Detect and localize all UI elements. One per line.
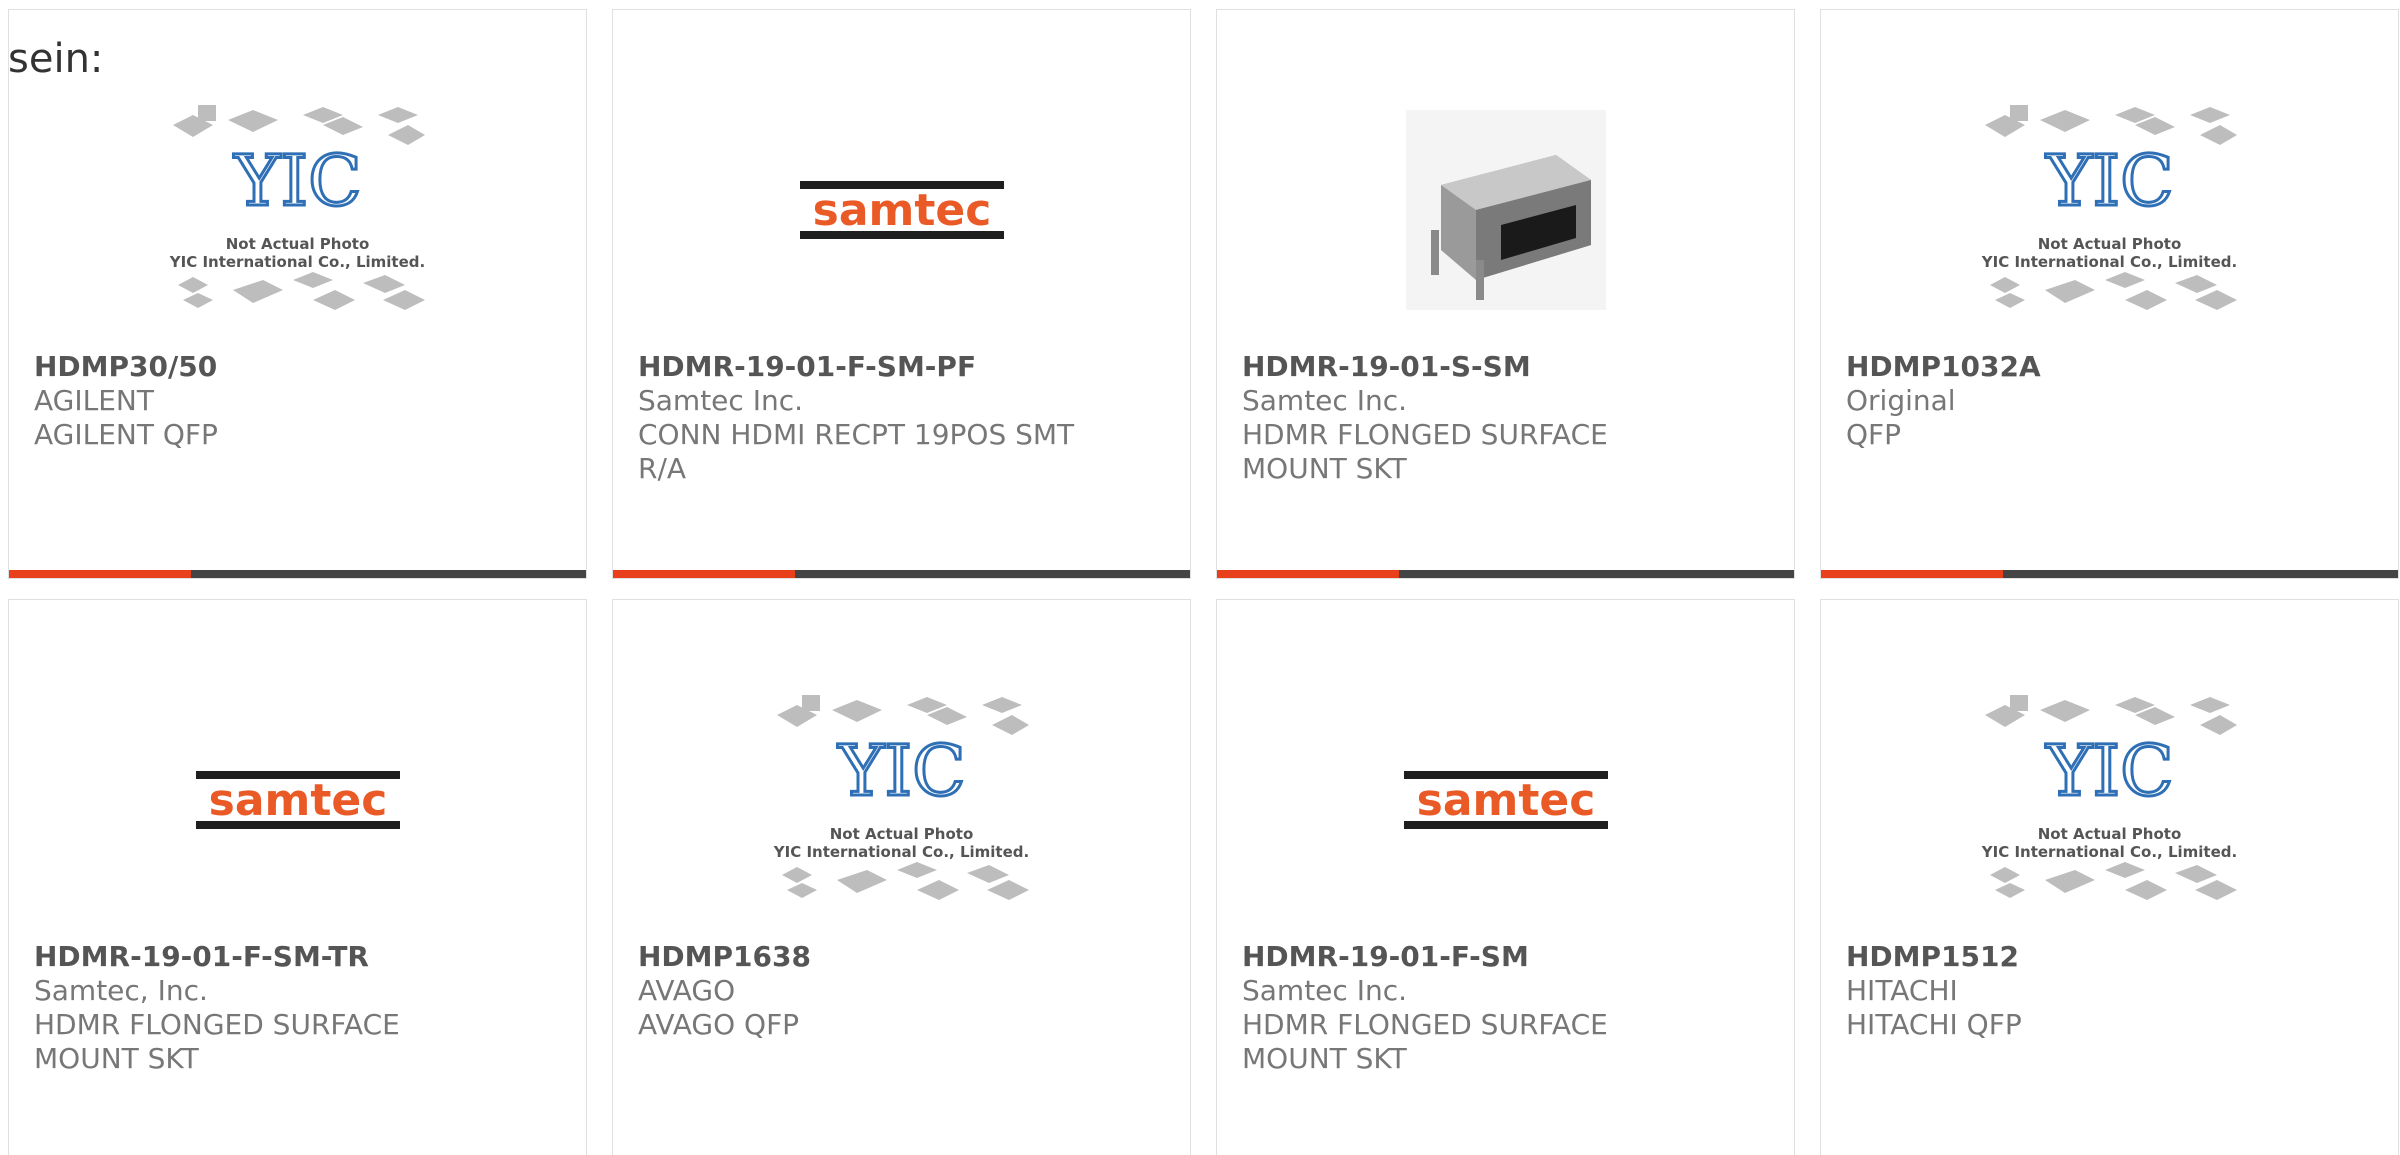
samtec-logo-icon: samtec [799,181,1004,239]
card-accent-bar [9,570,586,578]
svg-text:YIC: YIC [2045,730,2173,812]
yic-logo-text: YIC [233,140,361,222]
svg-text:samtec: samtec [208,775,387,826]
product-info: HDMP30/50 AGILENT AGILENT QFP [34,350,566,452]
placeholder-caption-line1: Not Actual Photo [2037,825,2182,843]
product-description: AGILENT QFP [34,418,218,451]
product-manufacturer: HITACHI [1846,974,1958,1007]
placeholder-caption-line2: YIC International Co., Limited. [1981,843,2238,861]
product-manufacturer: Original [1846,384,1956,417]
accent-segment [9,570,191,578]
placeholder-caption-line1: Not Actual Photo [829,825,974,843]
accent-segment [1821,570,2003,578]
section-heading: sein: [8,36,104,82]
product-card[interactable]: samtec HDMR-19-01-F-SM-TR Samtec, Inc. H… [8,599,587,1155]
product-part-number[interactable]: HDMP1638 [638,940,1170,974]
product-description-line1: HDMR FLONGED SURFACE [34,1008,400,1041]
placeholder-caption-line1: Not Actual Photo [2037,235,2182,253]
product-card[interactable]: HDMR-19-01-S-SM Samtec Inc. HDMR FLONGED… [1216,9,1795,579]
placeholder-caption-line2: YIC International Co., Limited. [773,843,1030,861]
card-accent-bar [1821,570,2398,578]
product-description: QFP [1846,418,1902,451]
samtec-logo-icon: samtec [1403,771,1608,829]
chip-collage-icon: YIC [1984,105,2237,310]
product-part-number[interactable]: HDMR-19-01-F-SM-PF [638,350,1170,384]
svg-text:samtec: samtec [1416,775,1595,826]
accent-segment [613,570,795,578]
product-card[interactable]: samtec HDMR-19-01-F-SM Samtec Inc. HDMR … [1216,599,1795,1155]
product-image-samtec[interactable]: samtec [613,70,1190,350]
product-card[interactable]: YIC Not Actual Photo YIC International C… [612,599,1191,1155]
samtec-logo-icon: samtec [195,771,400,829]
yic-placeholder-image: YIC Not Actual Photo YIC International C… [163,85,433,335]
product-info: HDMR-19-01-F-SM-PF Samtec Inc. CONN HDMI… [638,350,1170,486]
product-manufacturer: Samtec Inc. [638,384,804,417]
chip-collage-icon: YIC [172,105,425,310]
product-image-yic-placeholder[interactable]: YIC Not Actual Photo YIC International C… [9,70,586,350]
product-part-number[interactable]: HDMP30/50 [34,350,566,384]
product-description: AVAGO QFP [638,1008,800,1041]
product-image-samtec[interactable]: samtec [9,660,586,940]
product-image-yic-placeholder[interactable]: YIC Not Actual Photo YIC International C… [1821,660,2398,940]
product-description-line1: HDMR FLONGED SURFACE [1242,1008,1608,1041]
hdmi-connector-photo [1405,110,1606,310]
product-part-number[interactable]: HDMR-19-01-F-SM-TR [34,940,566,974]
product-info: HDMR-19-01-F-SM Samtec Inc. HDMR FLONGED… [1242,940,1774,1076]
product-card[interactable]: samtec HDMR-19-01-F-SM-PF Samtec Inc. CO… [612,9,1191,579]
product-manufacturer: AVAGO [638,974,736,1007]
product-image-photo[interactable] [1217,70,1794,350]
accent-segment [1217,570,1399,578]
chip-collage-icon: YIC [776,695,1029,900]
svg-text:YIC: YIC [2045,140,2173,222]
product-image-samtec[interactable]: samtec [1217,660,1794,940]
product-description: HITACHI QFP [1846,1008,2022,1041]
placeholder-caption-line1: Not Actual Photo [225,235,370,253]
yic-placeholder-image: YIC Not Actual Photo YIC International C… [767,675,1037,925]
product-info: HDMP1512 HITACHI HITACHI QFP [1846,940,2378,1042]
product-description-line1: HDMR FLONGED SURFACE [1242,418,1608,451]
product-card[interactable]: YIC Not Actual Photo YIC International C… [1820,599,2399,1155]
product-info: HDMR-19-01-S-SM Samtec Inc. HDMR FLONGED… [1242,350,1774,486]
product-description-line2: MOUNT SKT [1242,1042,1407,1075]
product-description-line1: CONN HDMI RECPT 19POS SMT [638,418,1075,451]
product-description-line2: MOUNT SKT [34,1042,199,1075]
product-manufacturer: Samtec Inc. [1242,974,1408,1007]
product-part-number[interactable]: HDMR-19-01-S-SM [1242,350,1774,384]
product-image-yic-placeholder[interactable]: YIC Not Actual Photo YIC International C… [1821,70,2398,350]
product-manufacturer: Samtec Inc. [1242,384,1408,417]
product-card[interactable]: YIC Not Actual Photo YIC International C… [8,9,587,579]
product-manufacturer: Samtec, Inc. [34,974,208,1007]
placeholder-caption-line2: YIC International Co., Limited. [1981,253,2238,271]
product-info: HDMP1032A Original QFP [1846,350,2378,452]
product-description-line2: MOUNT SKT [1242,452,1407,485]
product-info: HDMP1638 AVAGO AVAGO QFP [638,940,1170,1042]
product-card[interactable]: YIC Not Actual Photo YIC International C… [1820,9,2399,579]
product-part-number[interactable]: HDMR-19-01-F-SM [1242,940,1774,974]
svg-text:YIC: YIC [837,730,965,812]
product-description-line2: R/A [638,452,687,485]
product-info: HDMR-19-01-F-SM-TR Samtec, Inc. HDMR FLO… [34,940,566,1076]
product-manufacturer: AGILENT [34,384,154,417]
product-part-number[interactable]: HDMP1032A [1846,350,2378,384]
svg-text:samtec: samtec [812,185,991,236]
product-part-number[interactable]: HDMP1512 [1846,940,2378,974]
product-grid-page: sein: YIC Not Actual Photo YIC Internati… [0,0,2400,1155]
placeholder-caption-line2: YIC International Co., Limited. [169,253,426,271]
card-accent-bar [1217,570,1794,578]
product-image-yic-placeholder[interactable]: YIC Not Actual Photo YIC International C… [613,660,1190,940]
chip-collage-icon: YIC [1984,695,2237,900]
yic-placeholder-image: YIC Not Actual Photo YIC International C… [1975,675,2245,925]
card-accent-bar [613,570,1190,578]
yic-placeholder-image: YIC Not Actual Photo YIC International C… [1975,85,2245,335]
